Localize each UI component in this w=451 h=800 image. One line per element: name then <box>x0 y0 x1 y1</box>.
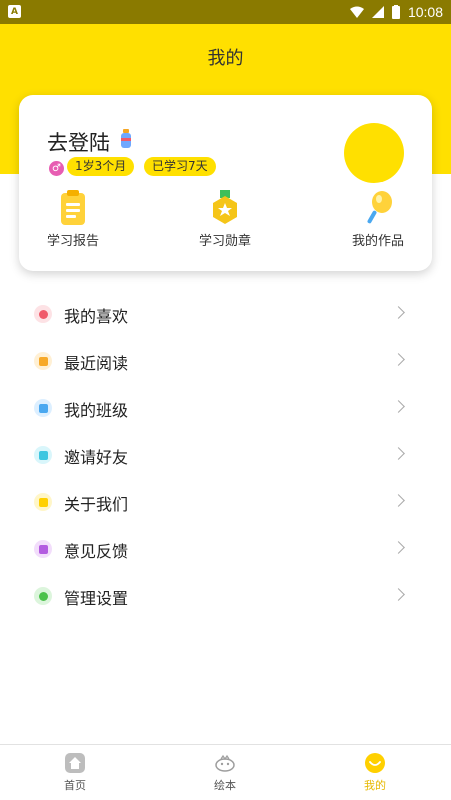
house-icon <box>34 399 52 417</box>
settings-icon <box>34 587 52 605</box>
menu-item-recent-reading[interactable]: 最近阅读 <box>0 339 451 386</box>
baby-bottle-icon <box>121 129 131 148</box>
settings-menu: 我的喜欢 最近阅读 我的班级 邀请好友 关于我们 意见反馈 管理设置 <box>0 292 451 621</box>
clipboard-report-icon <box>61 190 85 225</box>
menu-item-about-us[interactable]: 关于我们 <box>0 480 451 527</box>
chevron-right-icon <box>392 494 405 507</box>
login-link[interactable]: 去登陆 <box>47 127 110 157</box>
wifi-icon <box>349 6 364 18</box>
chevron-right-icon <box>392 588 405 601</box>
status-time: 10:08 <box>407 4 443 20</box>
status-bar: A 10:08 <box>0 0 451 24</box>
tab-mine-label: 我的 <box>364 779 386 792</box>
lollipop-works-icon <box>367 191 392 224</box>
gender-icon: ♂ <box>49 161 64 176</box>
menu-item-invite-friends[interactable]: 邀请好友 <box>0 433 451 480</box>
about-icon <box>34 493 52 511</box>
medal-icon <box>213 190 237 224</box>
battery-icon <box>391 5 400 19</box>
profile-card: 去登陆 ♂ 1岁3个月 已学习7天 学习报告 学习勋章 我的作品 <box>19 95 432 271</box>
heart-icon <box>34 305 52 323</box>
invite-icon <box>34 446 52 464</box>
study-report-label: 学习报告 <box>46 234 99 249</box>
tab-home[interactable]: 首页 <box>35 753 115 793</box>
page-title: 我的 <box>207 48 244 69</box>
study-medal-button[interactable]: 学习勋章 <box>180 190 270 249</box>
avatar[interactable] <box>344 123 404 183</box>
home-icon <box>65 753 85 773</box>
signal-icon <box>371 6 384 18</box>
study-report-button[interactable]: 学习报告 <box>28 190 118 249</box>
chevron-right-icon <box>392 541 405 554</box>
my-works-button[interactable]: 我的作品 <box>333 190 423 249</box>
menu-item-my-class[interactable]: 我的班级 <box>0 386 451 433</box>
chevron-right-icon <box>392 447 405 460</box>
tab-picture-book-label: 绘本 <box>214 779 236 792</box>
menu-item-settings[interactable]: 管理设置 <box>0 574 451 621</box>
menu-item-favorites[interactable]: 我的喜欢 <box>0 292 451 339</box>
tab-mine[interactable]: 我的 <box>335 753 415 793</box>
my-works-label: 我的作品 <box>351 234 404 249</box>
feedback-icon <box>34 540 52 558</box>
notification-icon: A <box>8 5 21 18</box>
age-badge: 1岁3个月 <box>67 157 135 176</box>
menu-item-feedback[interactable]: 意见反馈 <box>0 527 451 574</box>
tab-picture-book[interactable]: 绘本 <box>185 753 265 793</box>
book-icon <box>34 352 52 370</box>
smile-icon <box>365 753 385 773</box>
study-days-badge: 已学习7天 <box>144 157 216 176</box>
tab-home-label: 首页 <box>64 779 86 792</box>
study-medal-label: 学习勋章 <box>198 234 251 249</box>
bottom-tab-bar: 首页 绘本 我的 <box>0 744 451 800</box>
picture-book-icon <box>215 754 235 772</box>
chevron-right-icon <box>392 306 405 319</box>
chevron-right-icon <box>392 353 405 366</box>
chevron-right-icon <box>392 400 405 413</box>
